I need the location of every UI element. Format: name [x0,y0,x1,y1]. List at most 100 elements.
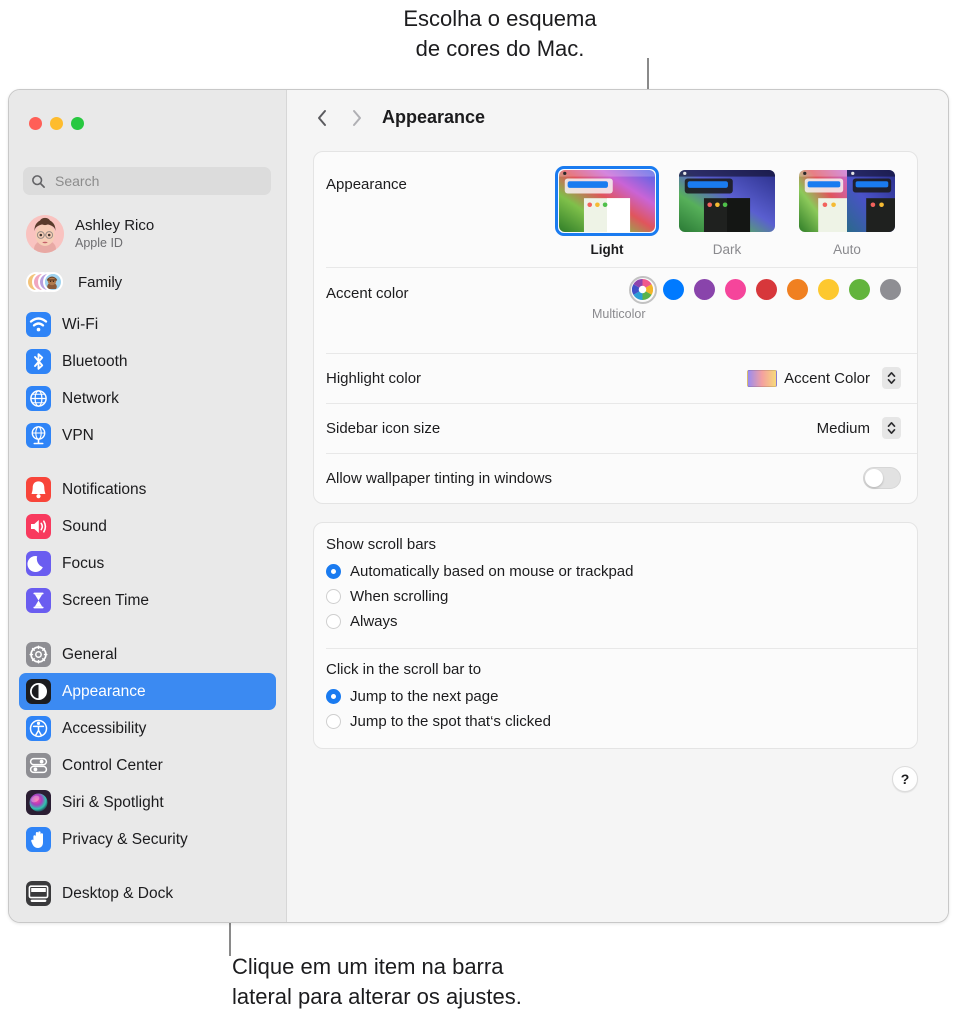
desktop-dock-icon [26,881,51,906]
appearance-thumbnail-auto [795,166,899,236]
wallpaper-tinting-toggle[interactable] [863,467,901,489]
search-icon [32,174,45,188]
show-scroll-bars-option-1[interactable]: When scrolling [326,584,901,609]
click-scroll-bar-option-0[interactable]: Jump to the next page [326,684,901,709]
divider [326,453,917,454]
vpn-icon [26,423,51,448]
appearance-thumbnail-dark [675,166,779,236]
sidebar-item-control-center[interactable]: Control Center [19,747,276,784]
appearance-theme-options: Light Dark Auto [555,166,901,257]
show-scroll-bars-label: Show scroll bars [326,536,437,553]
highlight-color-label: Highlight color [326,369,422,387]
accent-swatch-orange[interactable] [787,279,808,300]
highlight-color-popup-button[interactable]: Accent Color [747,367,901,389]
highlight-color-row: Highlight color Accent Color [314,353,917,403]
radio-button[interactable] [326,589,341,604]
sidebar-icon-size-value: Medium [816,419,870,437]
sidebar-item-vpn[interactable]: VPN [19,417,276,454]
accent-swatch-pink[interactable] [725,279,746,300]
gear-icon [26,642,51,667]
show-scroll-bars-option-2[interactable]: Always [326,609,901,634]
accent-color-row: Accent color Multicolor [314,267,917,353]
sidebar-item-wi-fi[interactable]: Wi-Fi [19,306,276,343]
sidebar-group-2: General Appearance Accessibility Control Ce… [9,636,286,858]
minimize-button[interactable] [50,117,63,130]
show-scroll-bars-options: Automatically based on mouse or trackpad… [326,559,901,634]
sidebar-item-family[interactable]: Family [19,262,276,302]
sidebar-item-label: Desktop & Dock [62,884,174,902]
sidebar-item-appearance[interactable]: Appearance [19,673,276,710]
sidebar-item-label: Privacy & Security [62,830,188,848]
sidebar-item-label: Wi-Fi [62,315,99,333]
appearance-option-auto[interactable]: Auto [795,166,899,257]
search-input[interactable] [53,172,263,190]
family-avatar-4 [43,272,63,292]
appearance-thumbnail-light [555,166,659,236]
appearance-option-dark[interactable]: Dark [675,166,779,257]
radio-button[interactable] [326,714,341,729]
help-button[interactable]: ? [892,766,918,792]
sidebar-item-general[interactable]: General [19,636,276,673]
accent-swatch-blue[interactable] [663,279,684,300]
sidebar-item-sound[interactable]: Sound [19,508,276,545]
accent-swatch-multicolor[interactable] [628,275,657,304]
show-scroll-bars-section: Show scroll bars Automatically based on … [314,523,917,648]
close-button[interactable] [29,117,42,130]
accent-swatch-purple[interactable] [694,279,715,300]
appearance-settings-card: Appearance Light Dark Auto Accent color Mu… [313,151,918,504]
radio-button[interactable] [326,689,341,704]
family-avatars [26,267,64,297]
avatar [26,215,64,253]
sidebar-item-siri-spotlight[interactable]: Siri & Spotlight [19,784,276,821]
family-label: Family [78,273,123,291]
sidebar-item-label: General [62,645,118,663]
sidebar-item-notifications[interactable]: Notifications [19,471,276,508]
wifi-icon [26,312,51,337]
sidebar-item-apple-id[interactable]: Ashley Rico Apple ID [19,210,276,258]
accent-swatch-yellow[interactable] [818,279,839,300]
sidebar-item-label: Control Center [62,756,163,774]
click-scroll-bar-option-1[interactable]: Jump to the spot that‘s clicked [326,709,901,734]
sidebar-item-label: Accessibility [62,719,147,737]
accent-color-label: Accent color [326,285,409,302]
sidebar-group-0: Wi-Fi Bluetooth Network VPN [9,306,286,454]
accent-swatch-green[interactable] [849,279,870,300]
radio-label: Jump to the spot that‘s clicked [350,713,551,730]
forward-button[interactable] [343,105,369,131]
sidebar-item-label: Network [62,389,119,407]
radio-button[interactable] [326,614,341,629]
thumbnail-image [799,170,895,232]
chevron-left-icon [317,109,326,126]
sidebar-item-bluetooth[interactable]: Bluetooth [19,343,276,380]
accent-color-swatches [628,275,901,304]
sidebar-item-focus[interactable]: Focus [19,545,276,582]
sidebar-icon-size-popup-button[interactable]: Medium [817,417,901,439]
radio-label: Jump to the next page [350,688,499,705]
sidebar-item-screen-time[interactable]: Screen Time [19,582,276,619]
divider [326,403,917,404]
sidebar-item-accessibility[interactable]: Accessibility [19,710,276,747]
back-button[interactable] [309,105,335,131]
sidebar-item-privacy-security[interactable]: Privacy & Security [19,821,276,858]
zoom-button[interactable] [71,117,84,130]
hourglass-icon [26,588,51,613]
radio-button[interactable] [326,564,341,579]
accent-swatch-graphite[interactable] [880,279,901,300]
control-center-icon [26,753,51,778]
moon-icon [26,551,51,576]
accent-color-caption: Multicolor [592,307,646,321]
sidebar-item-network[interactable]: Network [19,380,276,417]
appearance-option-light[interactable]: Light [555,166,659,257]
sidebar-icon-size-label: Sidebar icon size [326,419,441,437]
divider [326,648,917,649]
sidebar-nav-list: Wi-Fi Bluetooth Network VPN Notifications Sou… [9,306,286,912]
accessibility-icon [26,716,51,741]
window-controls [29,117,84,130]
wallpaper-tinting-label: Allow wallpaper tinting in windows [326,469,552,487]
click-scroll-bar-options: Jump to the next page Jump to the spot th… [326,684,901,734]
account-name: Ashley Rico [75,217,155,234]
sidebar-item-desktop-dock[interactable]: Desktop & Dock [19,875,276,912]
show-scroll-bars-option-0[interactable]: Automatically based on mouse or trackpad [326,559,901,584]
accent-swatch-red[interactable] [756,279,777,300]
search-field[interactable] [23,167,271,195]
